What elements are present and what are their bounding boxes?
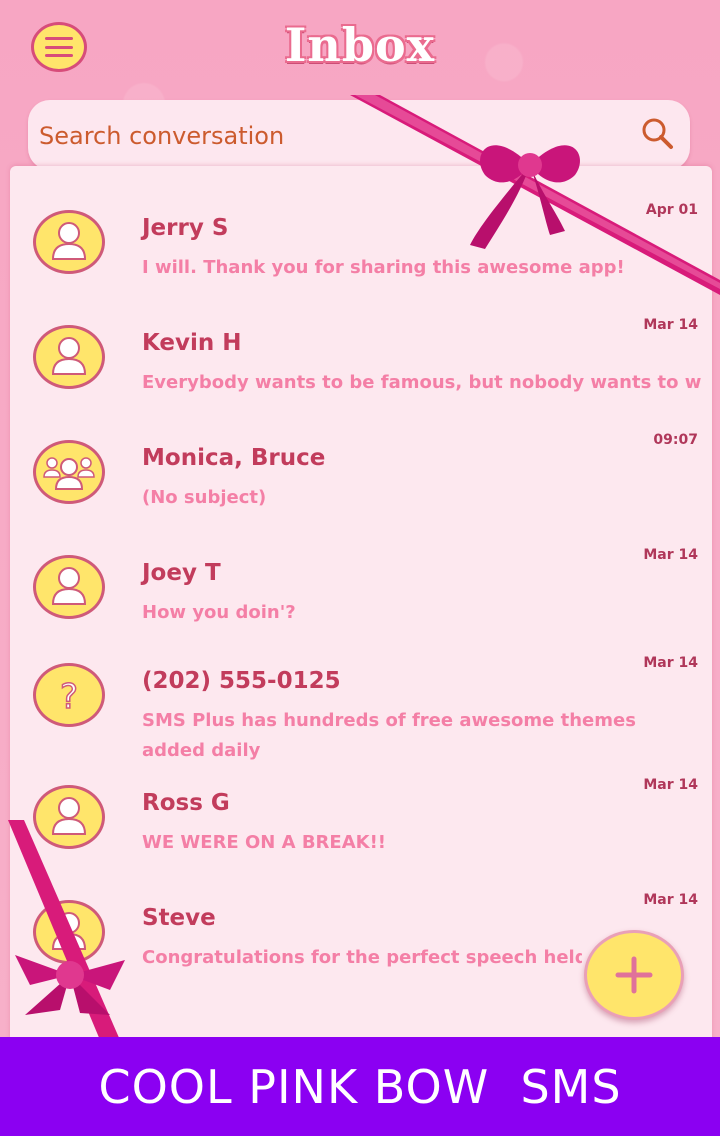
message-preview: WE WERE ON A BREAK!! bbox=[142, 832, 386, 853]
contact-name: Ross G bbox=[142, 790, 230, 816]
person-icon bbox=[33, 325, 105, 389]
message-date: 09:07 bbox=[653, 432, 698, 448]
person-icon bbox=[33, 900, 105, 964]
message-preview: (No subject) bbox=[142, 487, 267, 508]
page-title: Inbox bbox=[284, 18, 436, 72]
message-preview: Everybody wants to be famous, but nobody… bbox=[142, 372, 702, 393]
message-date: Apr 01 bbox=[645, 202, 698, 218]
conversation-list: Jerry S I will. Thank you for sharing th… bbox=[10, 166, 712, 1040]
contact-name: Jerry S bbox=[142, 215, 229, 241]
message-date: Mar 14 bbox=[643, 892, 698, 908]
plus-icon bbox=[615, 956, 653, 994]
contact-name: (202) 555-0125 bbox=[142, 668, 341, 694]
svg-text:?: ? bbox=[60, 677, 78, 717]
group-icon bbox=[33, 440, 105, 504]
search-input[interactable] bbox=[37, 116, 601, 156]
message-preview: Congratulations for the perfect speech h… bbox=[142, 947, 582, 968]
new-message-button[interactable] bbox=[584, 930, 684, 1020]
search-bar bbox=[28, 100, 690, 170]
conversation-item[interactable]: Joey T How you doin'? Mar 14 bbox=[10, 511, 712, 623]
message-date: Mar 14 bbox=[643, 655, 698, 671]
message-date: Mar 14 bbox=[643, 547, 698, 563]
promo-banner: COOL PINK BOW SMS bbox=[0, 1037, 720, 1136]
person-icon bbox=[33, 555, 105, 619]
contact-name: Joey T bbox=[142, 560, 221, 586]
conversation-item[interactable]: Ross G WE WERE ON A BREAK!! Mar 14 bbox=[10, 741, 712, 853]
person-icon bbox=[33, 785, 105, 849]
conversation-item[interactable]: Monica, Bruce (No subject) 09:07 bbox=[10, 396, 712, 508]
person-icon bbox=[33, 210, 105, 274]
conversation-item[interactable]: ? (202) 555-0125 SMS Plus has hundreds o… bbox=[10, 619, 712, 761]
contact-name: Kevin H bbox=[142, 330, 242, 356]
conversation-item[interactable]: Kevin H Everybody wants to be famous, bu… bbox=[10, 281, 712, 393]
message-preview: I will. Thank you for sharing this aweso… bbox=[142, 257, 625, 278]
banner-text: COOL PINK BOW SMS bbox=[98, 1059, 622, 1114]
contact-name: Steve bbox=[142, 905, 216, 931]
search-icon[interactable] bbox=[640, 116, 674, 150]
conversation-item[interactable]: Jerry S I will. Thank you for sharing th… bbox=[10, 166, 712, 278]
message-date: Mar 14 bbox=[643, 777, 698, 793]
question-icon: ? bbox=[33, 663, 105, 727]
message-date: Mar 14 bbox=[643, 317, 698, 333]
contact-name: Monica, Bruce bbox=[142, 445, 326, 471]
